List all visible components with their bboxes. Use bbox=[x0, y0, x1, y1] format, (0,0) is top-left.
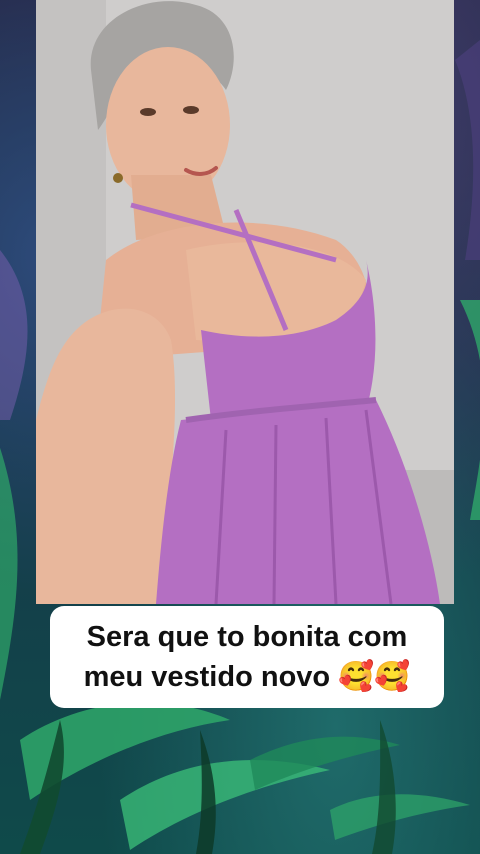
video-frame: Sera que to bonita com meu vestido novo … bbox=[0, 0, 480, 854]
selfie-illustration bbox=[36, 0, 454, 604]
caption-box: Sera que to bonita com meu vestido novo … bbox=[50, 606, 444, 708]
caption-text: Sera que to bonita com meu vestido novo … bbox=[83, 621, 411, 693]
selfie-photo bbox=[36, 0, 454, 604]
